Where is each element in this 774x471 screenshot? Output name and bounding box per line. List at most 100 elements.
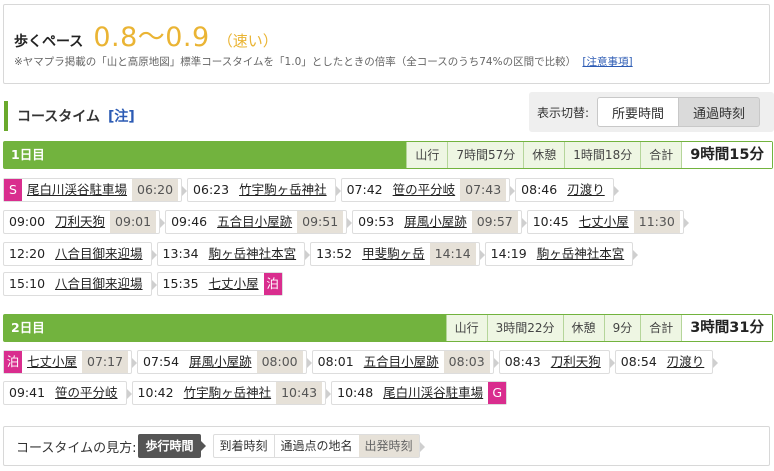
day-header-1: 1日目 山行 7時間57分 休憩 1時間18分 合計 9時間15分 — [3, 141, 773, 169]
pace-label: 歩くペース — [14, 34, 84, 50]
waypoint-link[interactable]: 尾白川渓谷駐車場 — [378, 382, 488, 404]
waypoint-link[interactable]: 刀利天狗 — [50, 211, 110, 233]
arrival-time: 13:52 — [316, 246, 353, 261]
waypoint-entry: 泊七丈小屋 07:17 — [3, 350, 138, 374]
pace-value: 0.8〜0.9 — [93, 22, 210, 53]
waypoint-entry: 08:46 刃渡り — [515, 178, 619, 202]
rest-label: 休憩 — [562, 315, 604, 341]
waypoint-link[interactable]: 七丈小屋 — [204, 273, 264, 295]
display-toggle: 表示切替: 所要時間 通過時刻 — [529, 92, 774, 132]
waypoint-link[interactable]: 笹の平分岐 — [50, 382, 123, 404]
waypoint-entry: 07:42 笹の平分岐 07:43 — [340, 178, 515, 202]
waypoint-link[interactable]: 五合目小屋跡 — [212, 211, 297, 233]
arrival-time: 07:42 — [346, 182, 383, 197]
day-label: 1日目 — [11, 147, 45, 162]
waypoint-entry: 08:01 五合目小屋跡 08:03 — [311, 350, 499, 374]
legend-title: コースタイムの見方: — [16, 440, 137, 456]
waypoint-entry: 09:53 屏風小屋跡 09:57 — [352, 210, 527, 234]
arrival-time: 08:43 — [504, 354, 541, 369]
move-time: 7時間57分 — [447, 142, 524, 168]
departure-time: 07:43 — [460, 179, 507, 201]
arrival-time: 10:42 — [137, 385, 174, 400]
waypoint-link[interactable]: 竹宇駒ヶ岳神社 — [234, 179, 332, 201]
departure-time: 11:30 — [633, 211, 680, 233]
total-label: 合計 — [640, 315, 682, 341]
start-badge: S — [4, 179, 22, 201]
waypoint-link[interactable]: 七丈小屋 — [22, 351, 82, 373]
waypoint-link[interactable]: 屏風小屋跡 — [399, 211, 472, 233]
arrival-time: 14:19 — [490, 246, 527, 261]
legend-place: 通過点の地名 — [273, 435, 359, 457]
end-badge: G — [488, 382, 507, 404]
waypoint-link[interactable]: 五合目小屋跡 — [359, 351, 444, 373]
start-badge: 泊 — [4, 351, 22, 373]
waypoint-entry: S 尾白川渓谷駐車場 06:20 — [3, 178, 188, 202]
legend: コースタイムの見方: 歩行時間 到着時刻 通過点の地名 出発時刻 — [3, 426, 770, 466]
arrival-time: 09:41 — [9, 385, 46, 400]
arrival-time: 08:46 — [521, 182, 558, 197]
total-time: 9時間15分 — [681, 142, 772, 168]
total-label: 合計 — [640, 142, 682, 168]
waypoint-entry: 10:45 七丈小屋 11:30 — [526, 210, 689, 234]
arrival-time: 07:54 — [143, 354, 180, 369]
waypoint-link[interactable]: 駒ヶ岳神社本宮 — [532, 243, 630, 265]
legend-arrive: 到着時刻 — [219, 439, 268, 453]
pace-note-text: ※ヤマプラ掲載の「山と高原地図」標準コースタイムを「1.0」としたときの倍率（全… — [14, 56, 577, 68]
legend-walk-time: 歩行時間 — [138, 434, 206, 458]
waypoint-link[interactable]: 尾白川渓谷駐車場 — [22, 179, 132, 201]
waypoint-entry: 15:35 七丈小屋泊 — [156, 272, 283, 296]
caution-link[interactable]: [注意事項] — [582, 56, 632, 68]
waypoint-link[interactable]: 刀利天狗 — [546, 351, 606, 373]
arrival-time: 09:46 — [171, 214, 208, 229]
waypoint-link[interactable]: 八合目御来迎場 — [50, 273, 148, 295]
required-time-button[interactable]: 所要時間 — [597, 97, 680, 127]
departure-time: 14:14 — [429, 243, 476, 265]
arrival-time: 10:45 — [532, 214, 569, 229]
course-time-note-link[interactable]: [注] — [108, 106, 135, 126]
pace-box: 歩くペース 0.8〜0.9 （速い） ※ヤマプラ掲載の「山と高原地図」標準コース… — [3, 4, 770, 84]
waypoint-link[interactable]: 駒ヶ岳神社本宮 — [204, 243, 302, 265]
waypoint-link[interactable]: 刃渡り — [562, 179, 610, 201]
passing-time-button[interactable]: 通過時刻 — [679, 97, 761, 127]
waypoint-link[interactable]: 笹の平分岐 — [388, 179, 461, 201]
arrival-time: 06:23 — [193, 182, 230, 197]
waypoint-link[interactable]: 刃渡り — [662, 351, 710, 373]
waypoint-link[interactable]: 八合目御来迎場 — [50, 243, 148, 265]
arrival-time: 09:53 — [358, 214, 395, 229]
waypoint-link[interactable]: 七丈小屋 — [574, 211, 634, 233]
waypoint-entry: 10:48 尾白川渓谷駐車場 G — [331, 381, 508, 405]
day-label: 2日目 — [11, 320, 45, 335]
departure-time: 07:17 — [82, 351, 129, 373]
timeline-row: 15:10 八合目御来迎場 15:35 七丈小屋泊 — [3, 272, 288, 296]
pace-header: 歩くペース 0.8〜0.9 （速い） — [14, 15, 278, 54]
departure-time: 09:57 — [471, 211, 518, 233]
pace-note: ※ヤマプラ掲載の「山と高原地図」標準コースタイムを「1.0」としたときの倍率（全… — [14, 54, 633, 69]
waypoint-link[interactable]: 甲斐駒ヶ岳 — [357, 243, 430, 265]
waypoint-entry: 08:54 刃渡り — [614, 350, 718, 374]
arrival-time: 10:48 — [337, 385, 374, 400]
departure-time: 09:01 — [110, 211, 157, 233]
waypoint-entry: 12:20 八合目御来迎場 — [3, 242, 157, 266]
departure-time: 09:51 — [297, 211, 344, 233]
waypoint-link[interactable]: 屏風小屋跡 — [184, 351, 257, 373]
waypoint-entry: 07:54 屏風小屋跡 08:00 — [137, 350, 312, 374]
waypoint-entry: 08:43 刀利天狗 — [498, 350, 615, 374]
waypoint-entry: 13:34 駒ヶ岳神社本宮 — [156, 242, 310, 266]
departure-time: 08:03 — [443, 351, 490, 373]
legend-entry-example: 到着時刻 通過点の地名 出発時刻 — [212, 434, 425, 458]
departure-time: 10:43 — [276, 382, 323, 404]
timeline-row: 12:20 八合目御来迎場 13:34 駒ヶ岳神社本宮 13:52 甲斐駒ヶ岳 14:14 1… — [3, 242, 638, 266]
waypoint-entry: 06:23 竹宇駒ヶ岳神社 — [187, 178, 341, 202]
arrival-time: 09:00 — [9, 214, 46, 229]
waypoint-entry: 14:19 駒ヶ岳神社本宮 — [484, 242, 638, 266]
course-time-header: コースタイム [注] — [4, 101, 264, 131]
total-time: 3時間31分 — [681, 315, 772, 341]
departure-time: 06:20 — [132, 179, 179, 201]
waypoint-link[interactable]: 竹宇駒ヶ岳神社 — [179, 382, 277, 404]
waypoint-entry: 09:41 笹の平分岐 — [3, 381, 132, 405]
waypoint-entry: 09:46 五合目小屋跡 09:51 — [165, 210, 353, 234]
arrival-time: 08:01 — [317, 354, 354, 369]
day-stats: 山行 7時間57分 休憩 1時間18分 合計 9時間15分 — [406, 142, 772, 168]
arrival-time: 12:20 — [9, 246, 46, 261]
timeline-row: S 尾白川渓谷駐車場 06:20 06:23 竹宇駒ヶ岳神社 07:42 笹の平分岐 07:4… — [3, 178, 619, 202]
